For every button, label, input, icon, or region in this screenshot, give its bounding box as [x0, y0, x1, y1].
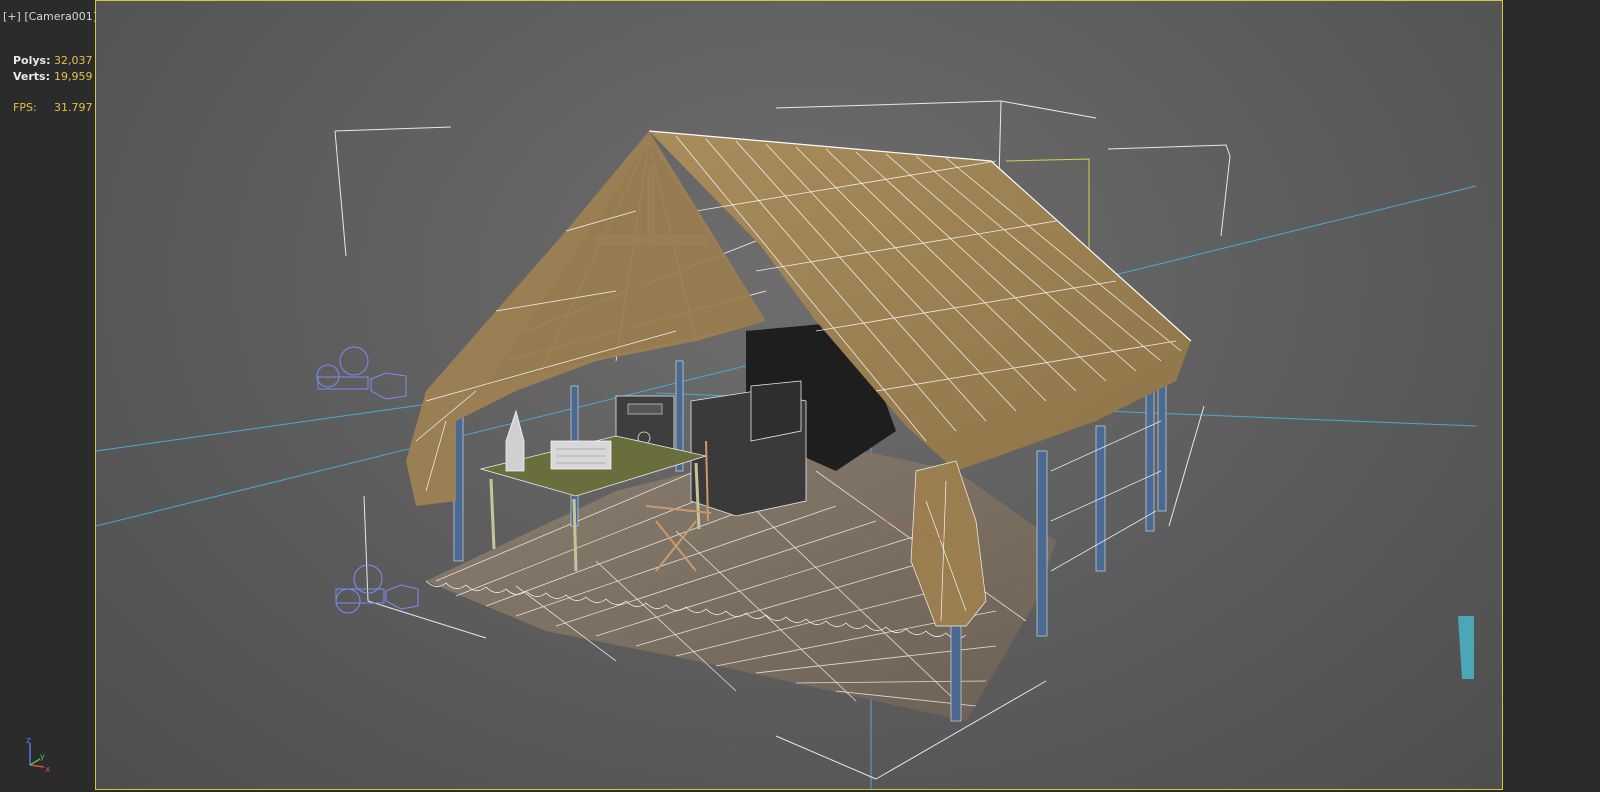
fps-value: 31.797 [54, 100, 93, 114]
polys-label: Polys: [13, 53, 51, 67]
viewport-menu-button[interactable]: [+] [3, 10, 21, 23]
viewport-camera-button[interactable]: [Camera001] [24, 10, 97, 23]
fps-label: FPS: [13, 100, 37, 114]
axis-tripod-icon: z x y [26, 736, 51, 775]
app-window: [+] [Camera001] Polys: 32,037 Verts: 19,… [0, 0, 1600, 792]
axis-y-line [29, 758, 41, 766]
scene-render[interactable] [96, 1, 1503, 790]
stat-polys: Polys: 32,037 [13, 52, 93, 68]
verts-label: Verts: [13, 69, 51, 83]
stats-panel: Polys: 32,037 Verts: 19,959 [13, 52, 93, 84]
axis-z-label: z [26, 736, 31, 746]
camera-viewport[interactable] [95, 0, 1503, 790]
stat-verts: Verts: 19,959 [13, 68, 93, 84]
polys-value: 32,037 [54, 53, 93, 67]
camera-icon[interactable] [335, 564, 419, 614]
offscreen-object [1458, 616, 1474, 679]
viewport-label: [+] [Camera001] [3, 10, 97, 23]
stat-fps: FPS: 31.797 [13, 99, 93, 115]
axis-y-label: y [40, 752, 45, 761]
axis-x-line [29, 764, 45, 768]
verts-value: 19,959 [54, 69, 93, 83]
camera-icon[interactable] [316, 346, 407, 400]
axis-x-label: x [45, 765, 51, 775]
left-panel [0, 0, 95, 792]
right-panel [1503, 0, 1600, 792]
fps-panel: FPS: 31.797 [13, 99, 93, 115]
